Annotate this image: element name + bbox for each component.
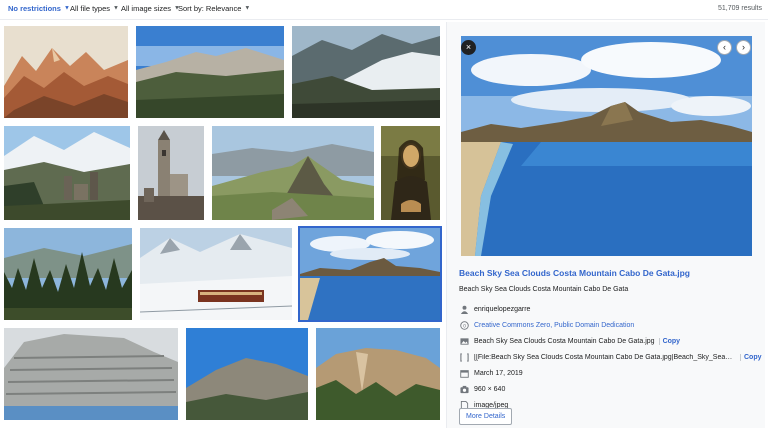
close-button[interactable]: × [461, 40, 476, 55]
image-thumbnail-rock-cliff[interactable] [316, 328, 440, 420]
wikitext-row: [[File:Beach Sky Sea Clouds Costa Mounta… [459, 352, 762, 362]
next-image-button[interactable]: › [736, 40, 751, 55]
sort-filter[interactable]: Sort by: Relevance ▼ [178, 4, 250, 13]
rock-cliff-image [316, 328, 440, 420]
restrictions-filter[interactable]: No restrictions ▼ [8, 4, 70, 13]
file-types-filter-label: All file types [70, 4, 111, 13]
chevron-down-icon: ▼ [244, 5, 251, 11]
filename-row: Beach Sky Sea Clouds Costa Mountain Cabo… [459, 336, 680, 346]
filename-text: Beach Sky Sea Clouds Costa Mountain Cabo… [474, 337, 655, 345]
calendar-icon [459, 368, 469, 378]
wikitext-icon [459, 352, 469, 362]
chevron-down-icon: ▼ [63, 5, 70, 11]
svg-text:0: 0 [463, 323, 466, 329]
file-types-filter[interactable]: All file types ▼ [70, 4, 119, 13]
detail-panel: × ‹ › Beach Sky Sea Clouds Costa Mountai… [446, 22, 765, 428]
restrictions-filter-label: No restrictions [8, 4, 61, 13]
image-sizes-filter[interactable]: All image sizes ▼ [121, 4, 180, 13]
pine-forest-image [4, 228, 132, 320]
date-row: March 17, 2019 [459, 368, 523, 378]
stone-tower-image [138, 126, 204, 220]
beach-preview-image [461, 36, 752, 256]
date-text: March 17, 2019 [474, 369, 523, 377]
copy-wikitext-button[interactable]: Copy [740, 353, 762, 361]
image-thumbnail-rocky-mountain[interactable] [186, 328, 308, 420]
image-thumbnail-mountain-valley[interactable] [136, 26, 284, 118]
mountain-valley-image [136, 26, 284, 118]
image-sizes-filter-label: All image sizes [121, 4, 172, 13]
dimensions-text: 960 × 640 [474, 385, 506, 393]
license-row: 0 Creative Commons Zero, Public Domain D… [459, 320, 634, 330]
image-file-icon [459, 336, 469, 346]
image-thumbnail-train-snow[interactable] [140, 228, 292, 320]
image-title-link[interactable]: Beach Sky Sea Clouds Costa Mountain Cabo… [459, 268, 690, 278]
image-thumbnail-castle-ruins[interactable] [4, 126, 130, 220]
previous-image-button[interactable]: ‹ [717, 40, 732, 55]
cc-zero-icon: 0 [459, 320, 469, 330]
license-link[interactable]: Creative Commons Zero, Public Domain Ded… [474, 322, 634, 329]
train-snow-image [140, 228, 292, 320]
snowy-ridge-image [292, 26, 440, 118]
results-count: 51,709 results [718, 5, 762, 12]
filter-bar: No restrictions ▼ All file types ▼ All i… [0, 0, 768, 20]
user-icon [459, 304, 469, 314]
author-name: enriquelopezgarre [474, 305, 531, 313]
image-description: Beach Sky Sea Clouds Costa Mountain Cabo… [459, 286, 629, 293]
image-thumbnail-painted-mountain[interactable] [4, 26, 128, 118]
camera-icon [459, 384, 469, 394]
beach-thumbnail-image [300, 228, 440, 320]
rocky-mountain-image [186, 328, 308, 420]
mona-lisa-image [381, 126, 440, 220]
author-row: enriquelopezgarre [459, 304, 530, 314]
image-thumbnail-pine-forest[interactable] [4, 228, 132, 320]
image-thumbnail-stone-tower[interactable] [138, 126, 204, 220]
wikitext-text: [[File:Beach Sky Sea Clouds Costa Mounta… [474, 353, 736, 361]
image-preview[interactable] [461, 36, 752, 256]
mountain-peak-image [212, 126, 374, 220]
copy-filename-button[interactable]: Copy [658, 337, 680, 345]
castle-ruins-image [4, 126, 130, 220]
image-thumbnail-mountain-peak[interactable] [212, 126, 374, 220]
chevron-down-icon: ▼ [113, 5, 119, 11]
image-thumbnail-beach-selected[interactable] [298, 226, 442, 322]
dimensions-row: 960 × 640 [459, 384, 505, 394]
painted-mountain-image [4, 26, 128, 118]
sort-filter-label: Sort by: Relevance [178, 4, 242, 13]
more-details-button[interactable]: More Details [459, 408, 513, 425]
image-thumbnail-snowy-ridge[interactable] [292, 26, 440, 118]
image-thumbnail-mona-lisa[interactable] [381, 126, 440, 220]
image-thumbnail-layered-cliff[interactable] [4, 328, 178, 420]
layered-cliff-image [4, 328, 178, 420]
